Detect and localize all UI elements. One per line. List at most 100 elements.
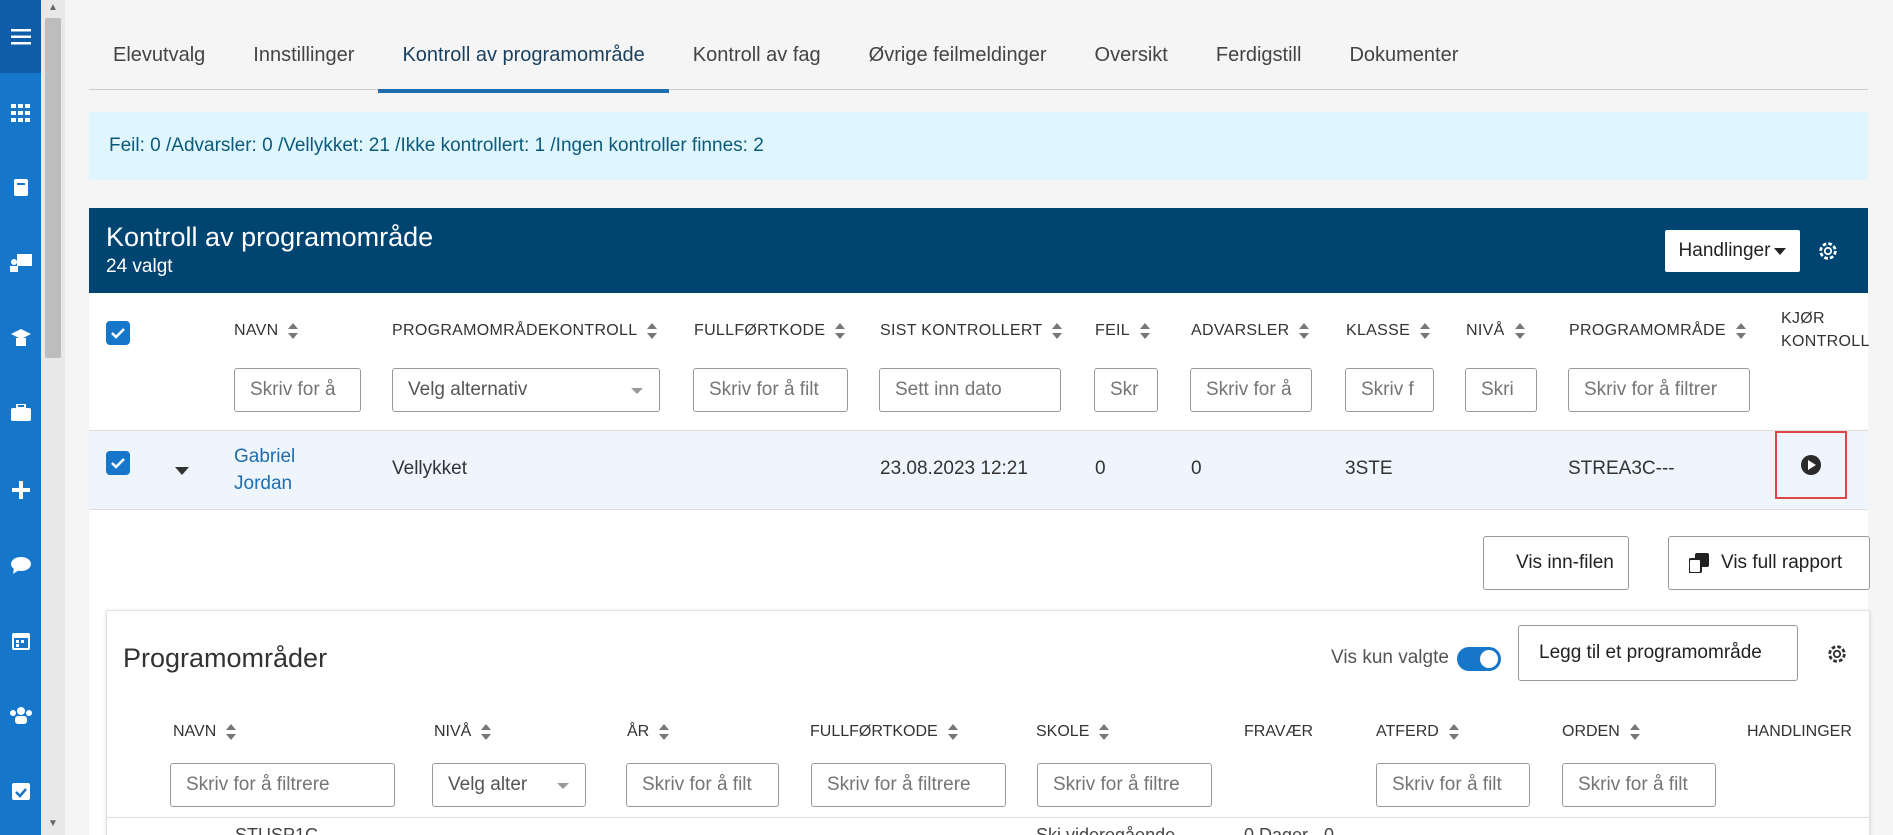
filter-programomradekontroll-select[interactable]: Velg alternativ [392,368,660,412]
col-header-programomradekontroll[interactable]: PROGRAMOMRÅDEKONTROLL [392,322,658,340]
col-label-line1: KJØR [1781,310,1825,327]
sub-filter-skole[interactable] [1037,763,1212,807]
filter-advarsler[interactable] [1190,368,1312,412]
sub-filter-atferd[interactable] [1376,763,1530,807]
filter-fullfortkode[interactable] [693,368,848,412]
sub-filter-ar[interactable] [626,763,779,807]
col-label: KLASSE [1346,322,1411,339]
sub-col-ar[interactable]: ÅR [627,723,670,741]
col-label: FEIL [1095,322,1130,339]
scroll-down-icon[interactable]: ▼ [41,818,65,829]
chevron-down-icon [631,388,643,394]
subpanel-gear-icon[interactable] [1826,643,1848,670]
student-first-name: Gabriel [234,446,296,467]
subpanel-title: Programområder [123,643,328,673]
col-header-niva[interactable]: NIVÅ [1466,322,1525,340]
graduation-cap-icon[interactable] [0,324,41,352]
book-icon[interactable] [0,174,41,202]
peek-school: Ski videregående [1036,825,1176,835]
col-label: HANDLINGER [1747,723,1852,740]
show-selected-toggle[interactable] [1457,647,1501,671]
divider [107,817,1869,818]
tab-elevutvalg[interactable]: Elevutvalg [89,22,229,89]
tab-kontroll-programomrade[interactable]: Kontroll av programområde [378,22,669,93]
scroll-up-icon[interactable]: ▲ [41,2,65,13]
filter-programomrade[interactable] [1568,368,1750,412]
sort-icon [1735,323,1746,339]
view-input-file-button[interactable]: Vis inn-filen [1483,536,1629,590]
main-content: Elevutvalg Innstillinger Kontroll av pro… [65,0,1893,835]
expand-caret-icon[interactable] [175,467,189,475]
col-label: ORDEN [1562,723,1620,740]
sort-icon [1420,323,1431,339]
briefcase-icon[interactable] [0,399,41,427]
users-icon[interactable] [0,701,41,729]
sub-col-navn[interactable]: NAVN [173,723,237,741]
filter-navn[interactable] [234,368,361,412]
peek-program-code[interactable]: STUSP1C [235,825,318,835]
sub-filter-orden[interactable] [1562,763,1716,807]
tab-innstillinger[interactable]: Innstillinger [229,22,378,89]
col-header-navn[interactable]: NAVN [234,322,299,340]
col-header-advarsler[interactable]: ADVARSLER [1191,322,1310,340]
tab-ovrige-feilmeldinger[interactable]: Øvrige feilmeldinger [845,22,1071,89]
add-program-button[interactable]: Legg til et programområde [1518,625,1798,681]
col-label: ÅR [627,723,650,740]
errors-value: 0 [1095,458,1106,479]
status-value: Vellykket [392,458,467,479]
view-input-label: Vis inn-filen [1516,552,1614,573]
plus-icon[interactable] [0,476,41,504]
col-label: NAVN [234,322,279,339]
page-scrollbar[interactable]: ▲ ▼ [41,0,65,835]
col-header-feil[interactable]: FEIL [1095,322,1150,340]
col-label: PROGRAMOMRÅDE [1569,322,1726,339]
calendar-icon[interactable] [0,626,41,654]
filter-niva[interactable] [1465,368,1537,412]
settings-gear-icon[interactable] [1817,240,1839,267]
row-checkbox[interactable] [106,451,130,475]
sub-col-skole[interactable]: SKOLE [1036,723,1110,741]
col-header-fullfortkode[interactable]: FULLFØRTKODE [694,322,846,340]
tab-kontroll-fag[interactable]: Kontroll av fag [669,22,845,89]
sub-filter-navn[interactable] [170,763,395,807]
table-row[interactable]: Gabriel Jordan Vellykket 23.08.2023 12:2… [89,430,1868,510]
col-header-klasse[interactable]: KLASSE [1346,322,1431,340]
grid-icon[interactable] [0,99,41,127]
filter-feil[interactable] [1094,368,1158,412]
sidebar [0,0,41,835]
student-last-name: Jordan [234,473,293,494]
run-control-button[interactable] [1775,431,1847,499]
scrollbar-thumb[interactable] [45,18,61,358]
class-value: 3STE [1345,458,1393,479]
tab-ferdigstill[interactable]: Ferdigstill [1192,22,1326,89]
sub-col-fullfortkode[interactable]: FULLFØRTKODE [810,723,958,741]
select-all-checkbox[interactable] [106,321,130,345]
sub-col-handlinger: HANDLINGER [1747,723,1852,741]
filter-sist-kontrollert-date[interactable] [879,368,1061,412]
sub-filter-fullfortkode[interactable] [811,763,1006,807]
sub-filter-niva-select[interactable]: Velg alter [432,763,586,807]
col-label: SIST KONTROLLERT [880,322,1043,339]
actions-dropdown[interactable]: Handlinger [1665,230,1800,272]
tab-oversikt[interactable]: Oversikt [1071,22,1192,89]
filter-klasse[interactable] [1345,368,1434,412]
calendar-check-icon[interactable] [0,776,41,804]
tab-bar: Elevutvalg Innstillinger Kontroll av pro… [89,22,1868,93]
panel-title: Kontroll av programområde [106,222,434,252]
actions-label: Handlinger [1678,240,1771,261]
sort-icon [659,724,670,740]
student-name-link[interactable]: Gabriel Jordan [234,443,295,497]
presentation-icon[interactable] [0,249,41,277]
col-header-programomrade[interactable]: PROGRAMOMRÅDE [1569,322,1746,340]
program-value: STREA3C--- [1568,458,1675,479]
view-full-report-button[interactable]: Vis full rapport [1668,536,1870,590]
col-header-sist-kontrollert[interactable]: SIST KONTROLLERT [880,322,1063,340]
sub-col-niva[interactable]: NIVÅ [434,723,492,741]
tab-dokumenter[interactable]: Dokumenter [1325,22,1482,89]
chat-icon[interactable] [0,551,41,579]
sub-col-atferd[interactable]: ATFERD [1376,723,1459,741]
col-label: ADVARSLER [1191,322,1290,339]
sub-col-orden[interactable]: ORDEN [1562,723,1640,741]
hamburger-icon[interactable] [0,0,41,73]
col-label: PROGRAMOMRÅDEKONTROLL [392,322,638,339]
